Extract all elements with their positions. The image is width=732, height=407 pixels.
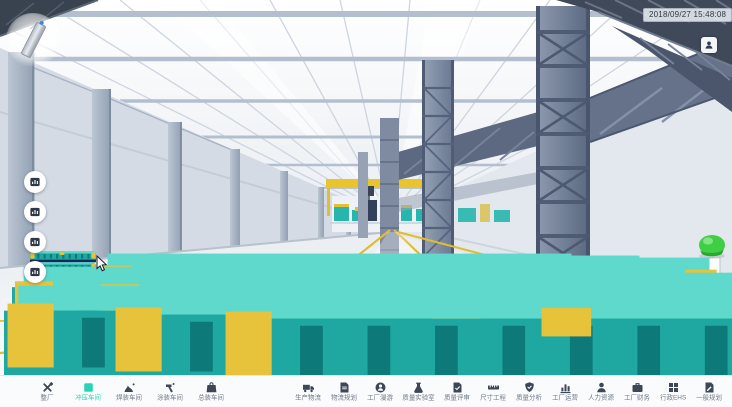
document-icon <box>338 381 351 394</box>
factory-digital-twin-app: 2018/09/27 15:48:08 整厂 冲压车间 焊装 <box>0 0 732 407</box>
press-square-icon <box>82 381 95 394</box>
module-label: 质量分析 <box>516 395 542 402</box>
truck-icon <box>302 381 315 394</box>
module-label: 工厂财务 <box>624 395 650 402</box>
document-pencil-icon <box>703 381 716 394</box>
person-icon <box>595 381 608 394</box>
kpi-panel-button-1[interactable] <box>24 171 46 193</box>
module-admin-ehs[interactable]: 行政EHS <box>658 381 688 403</box>
tab-welding-workshop[interactable]: 焊装车间 <box>114 381 144 403</box>
module-label: 工厂漫游 <box>367 395 393 402</box>
factory-3d-render <box>0 0 732 375</box>
tab-stamping-workshop[interactable]: 冲压车间 <box>73 381 103 403</box>
workshop-tab-group: 整厂 冲压车间 焊装车间 涂装车间 总装车间 <box>32 381 226 403</box>
kpi-panel-button-3[interactable] <box>24 231 46 253</box>
module-quality-analysis[interactable]: 质量分析 <box>514 381 544 403</box>
kpi-panel-button-4[interactable] <box>24 261 46 283</box>
module-label: 生产物流 <box>295 395 321 402</box>
module-label: 质量评审 <box>444 395 470 402</box>
timestamp-badge: 2018/09/27 15:48:08 <box>643 8 732 22</box>
module-dimension-engineering[interactable]: 尺寸工程 <box>478 381 508 403</box>
tab-painting-workshop[interactable]: 涂装车间 <box>155 381 185 403</box>
lab-flask-icon <box>412 381 425 394</box>
module-button-group: 生产物流 物流规划 工厂漫游 质量实验室 质量评审 尺寸工程 <box>293 381 724 403</box>
bar-chart-panel-icon <box>29 266 41 278</box>
walkthrough-person-icon <box>374 381 387 394</box>
kpi-panel-button-2[interactable] <box>24 201 46 223</box>
module-general-planning[interactable]: 一般规划 <box>694 381 724 403</box>
crossed-tools-icon <box>41 381 54 394</box>
user-button[interactable] <box>701 37 717 53</box>
grid-icon <box>667 381 680 394</box>
user-icon <box>704 40 714 50</box>
module-production-logistics[interactable]: 生产物流 <box>293 381 323 403</box>
bar-chart-panel-icon <box>29 236 41 248</box>
tab-whole-plant[interactable]: 整厂 <box>32 381 62 403</box>
bar-chart-panel-icon <box>29 206 41 218</box>
tab-label: 冲压车间 <box>75 395 101 402</box>
module-quality-lab[interactable]: 质量实验室 <box>401 381 436 403</box>
module-factory-operations[interactable]: 工厂运营 <box>550 381 580 403</box>
module-factory-walkthrough[interactable]: 工厂漫游 <box>365 381 395 403</box>
module-label: 一般规划 <box>696 395 722 402</box>
module-logistics-planning[interactable]: 物流规划 <box>329 381 359 403</box>
briefcase-icon <box>631 381 644 394</box>
assembly-bag-icon <box>205 381 218 394</box>
green-machine <box>699 235 725 259</box>
spray-gun-icon <box>164 381 177 394</box>
module-label: 物流规划 <box>331 395 357 402</box>
tab-label: 焊装车间 <box>116 395 142 402</box>
tab-label: 总装车间 <box>198 395 224 402</box>
welding-flame-icon <box>123 381 136 394</box>
ruler-icon <box>487 381 500 394</box>
module-label: 尺寸工程 <box>480 395 506 402</box>
module-human-resources[interactable]: 人力资源 <box>586 381 616 403</box>
bar-chart-icon <box>559 381 572 394</box>
scene-3d-viewport[interactable] <box>0 0 732 375</box>
bottom-toolbar: 整厂 冲压车间 焊装车间 涂装车间 总装车间 生产物流 <box>0 375 732 407</box>
die-stacks <box>4 251 732 375</box>
tab-label: 涂装车间 <box>157 395 183 402</box>
document-check-icon <box>451 381 464 394</box>
module-label: 人力资源 <box>588 395 614 402</box>
shield-icon <box>523 381 536 394</box>
module-factory-finance[interactable]: 工厂财务 <box>622 381 652 403</box>
tab-label: 整厂 <box>41 395 54 402</box>
app-logo <box>6 13 60 67</box>
tab-assembly-workshop[interactable]: 总装车间 <box>196 381 226 403</box>
pen-logo-icon <box>20 21 46 58</box>
timestamp-text: 2018/09/27 15:48:08 <box>649 10 726 19</box>
module-label: 质量实验室 <box>402 395 434 402</box>
module-label: 行政EHS <box>660 395 686 402</box>
bar-chart-panel-icon <box>29 176 41 188</box>
module-label: 工厂运营 <box>552 395 578 402</box>
module-quality-review[interactable]: 质量评审 <box>442 381 472 403</box>
